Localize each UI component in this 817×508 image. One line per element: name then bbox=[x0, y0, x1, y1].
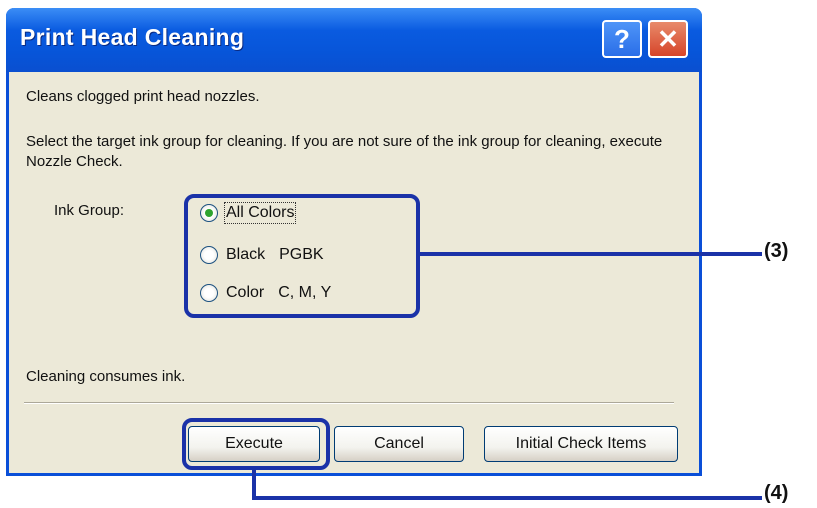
dialog-title: Print Head Cleaning bbox=[20, 24, 245, 50]
callout-3-label: (3) bbox=[764, 240, 789, 262]
title-bar[interactable]: Print Head Cleaning ? ✕ bbox=[6, 8, 702, 72]
instruction-text: Select the target ink group for cleaning… bbox=[26, 133, 663, 170]
callout-3-leader bbox=[420, 252, 762, 256]
consumes-ink-note: Cleaning consumes ink. bbox=[26, 368, 186, 385]
help-icon: ? bbox=[614, 23, 630, 54]
initial-check-items-button[interactable]: Initial Check Items bbox=[484, 426, 678, 462]
execute-highlight-box bbox=[182, 418, 330, 470]
radio-highlight-box bbox=[184, 194, 420, 318]
ink-group-label: Ink Group: bbox=[54, 202, 125, 219]
close-button[interactable]: ✕ bbox=[648, 20, 688, 58]
close-icon: ✕ bbox=[657, 23, 679, 54]
separator bbox=[24, 402, 674, 404]
callout-4-label: (4) bbox=[764, 482, 789, 504]
cancel-button[interactable]: Cancel bbox=[334, 426, 464, 462]
description-text: Cleans clogged print head nozzles. bbox=[26, 88, 260, 105]
help-button[interactable]: ? bbox=[602, 20, 642, 58]
callout-4-leader-horizontal bbox=[252, 496, 762, 500]
